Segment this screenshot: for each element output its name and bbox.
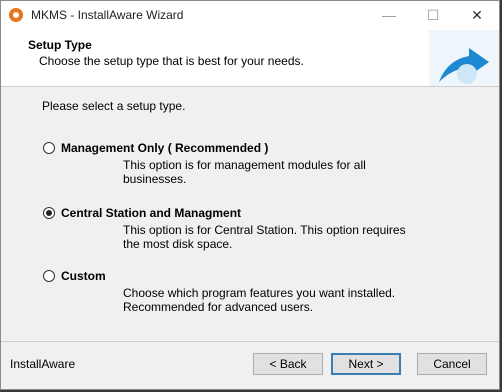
installer-arrow-icon [429,30,499,86]
footer-divider [1,341,499,342]
radio-management-only[interactable] [43,142,55,154]
app-icon [9,8,23,22]
option-description: This option is for management modules fo… [123,158,366,186]
option-label[interactable]: Central Station and Managment [61,206,241,220]
radio-central-station[interactable] [43,207,55,219]
option-label[interactable]: Management Only ( Recommended ) [61,141,268,155]
wizard-header: Setup Type Choose the setup type that is… [1,30,499,87]
cancel-button[interactable]: Cancel [417,353,487,375]
next-button[interactable]: Next > [331,353,401,375]
brand-label: InstallAware [10,357,76,371]
prompt-text: Please select a setup type. [42,99,186,113]
title-bar: MKMS - InstallAware Wizard — ☐ ✕ [1,1,499,30]
page-subtitle: Choose the setup type that is best for y… [39,54,304,68]
option-description: Choose which program features you want i… [123,286,396,314]
option-label[interactable]: Custom [61,269,106,283]
option-description: This option is for Central Station. This… [123,223,406,251]
close-button[interactable]: ✕ [455,1,499,30]
radio-custom[interactable] [43,270,55,282]
minimize-button[interactable]: — [367,1,411,30]
page-title: Setup Type [28,38,92,52]
window-title: MKMS - InstallAware Wizard [31,8,184,22]
back-button[interactable]: < Back [253,353,323,375]
maximize-button[interactable]: ☐ [411,1,455,30]
installer-window: MKMS - InstallAware Wizard — ☐ ✕ Setup T… [0,0,500,390]
